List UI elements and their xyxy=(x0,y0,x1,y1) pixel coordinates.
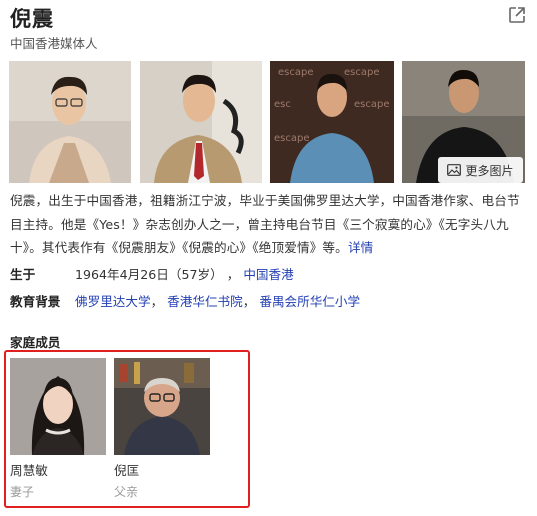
education-item[interactable]: 番禺会所华仁小学 xyxy=(259,294,360,309)
separator: ， xyxy=(242,294,256,309)
education-item[interactable]: 佛罗里达大学 xyxy=(75,294,151,309)
description-text: 倪震，出生于中国香港，祖籍浙江宁波，毕业于美国佛罗里达大学，中国香港作家、电台节… xyxy=(10,193,520,255)
separator: ， xyxy=(226,267,240,282)
birth-place-link[interactable]: 中国香港 xyxy=(243,267,293,282)
photo-2[interactable] xyxy=(140,61,262,183)
member-name: 倪匡 xyxy=(114,463,140,478)
more-photos-label: 更多图片 xyxy=(465,163,514,178)
birth-label: 生于 xyxy=(10,267,36,282)
more-photos-button[interactable]: 更多图片 xyxy=(438,157,523,183)
photo-3[interactable]: escape escape esc escape escape xyxy=(270,61,394,183)
share-icon[interactable] xyxy=(507,5,527,25)
page-subtitle: 中国香港媒体人 xyxy=(10,36,98,51)
member-name: 周慧敏 xyxy=(10,463,48,478)
member-role: 父亲 xyxy=(114,485,139,499)
photo-1[interactable] xyxy=(9,61,131,183)
member-role: 妻子 xyxy=(10,485,35,499)
birth-value: 1964年4月26日（57岁） ， 中国香港 xyxy=(75,264,294,283)
family-member-card[interactable]: 倪匡 父亲 xyxy=(114,358,210,500)
birth-date: 1964年4月26日 xyxy=(75,267,169,282)
member-photo xyxy=(10,358,106,455)
svg-text:escape: escape xyxy=(274,133,310,144)
family-section-title: 家庭成员 xyxy=(10,335,61,350)
svg-text:escape: escape xyxy=(278,67,314,78)
svg-text:escape: escape xyxy=(344,67,380,78)
details-link[interactable]: 详情 xyxy=(348,240,374,255)
page-title: 倪震 xyxy=(10,7,54,31)
description: 倪震，出生于中国香港，祖籍浙江宁波，毕业于美国佛罗里达大学，中国香港作家、电台节… xyxy=(10,189,528,260)
birth-age: （57岁） xyxy=(168,267,223,282)
education-value: 佛罗里达大学， 香港华仁书院， 番禺会所华仁小学 xyxy=(75,291,360,310)
svg-text:esc: esc xyxy=(274,99,291,110)
separator: ， xyxy=(150,294,164,309)
member-photo xyxy=(114,358,210,455)
family-member-card[interactable]: 周慧敏 妻子 xyxy=(10,358,106,500)
svg-text:escape: escape xyxy=(354,99,390,110)
image-icon xyxy=(447,164,462,176)
birth-row: 生于 1964年4月26日（57岁） ， 中国香港 xyxy=(10,264,510,284)
education-label: 教育背景 xyxy=(10,294,61,309)
education-row: 教育背景 佛罗里达大学， 香港华仁书院， 番禺会所华仁小学 xyxy=(10,291,510,311)
education-item[interactable]: 香港华仁书院 xyxy=(167,294,243,309)
